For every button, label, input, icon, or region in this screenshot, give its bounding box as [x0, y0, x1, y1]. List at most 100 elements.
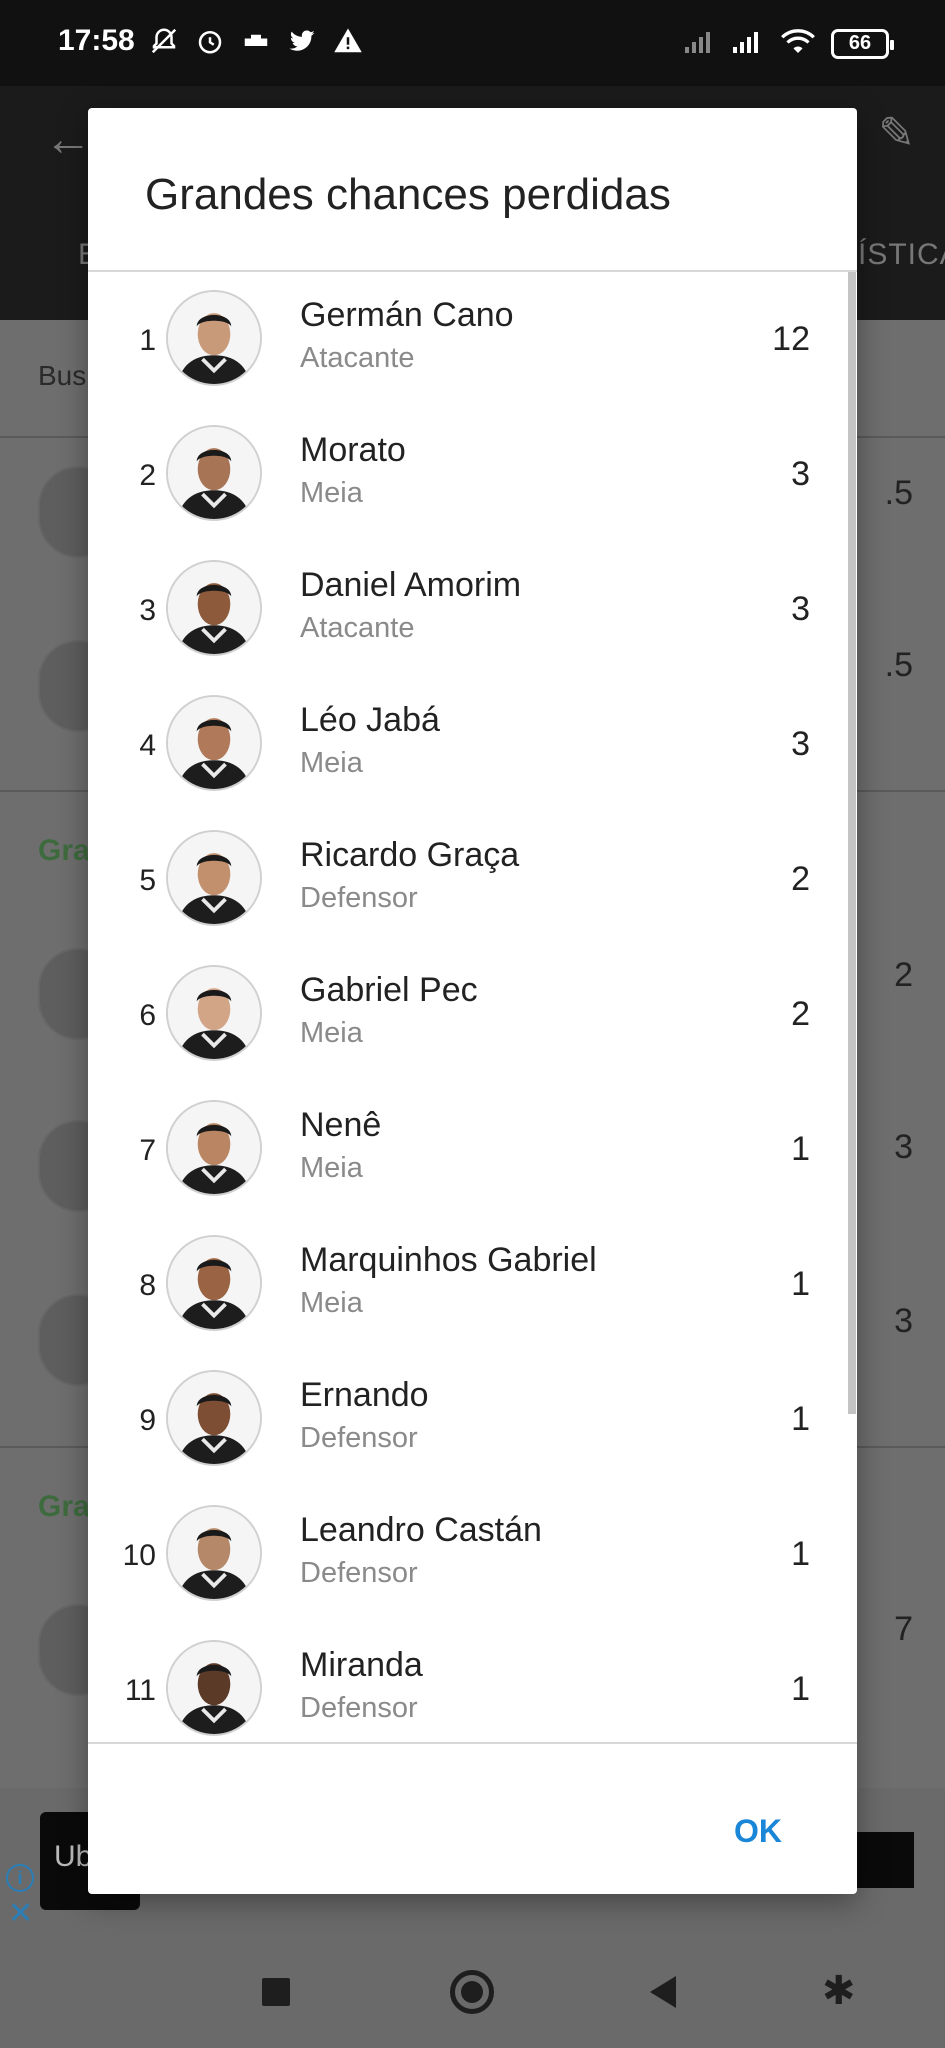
battery-icon: 66 — [831, 28, 894, 59]
bg-number: .5 — [884, 474, 913, 512]
player-list[interactable]: 1 Germán Cano Atacante 12 2 Morato Meia 3 3 Da… — [88, 272, 857, 1742]
bg-tab-right[interactable]: ÍSTICA — [858, 238, 945, 272]
player-value: 1 — [791, 1535, 810, 1573]
bg-section-label: Gra — [38, 1490, 90, 1523]
list-item[interactable]: 2 Morato Meia 3 — [88, 407, 848, 542]
player-name: Ricardo Graça — [300, 836, 520, 874]
signal-icon — [731, 27, 765, 60]
status-icons-right: 66 — [683, 26, 894, 61]
player-name: Nenê — [300, 1106, 382, 1144]
player-value: 2 — [791, 995, 810, 1033]
player-value: 3 — [791, 725, 810, 763]
status-bar: 17:58 66 — [0, 0, 945, 86]
dialog-divider — [88, 1742, 857, 1744]
avatar — [166, 1100, 262, 1196]
list-item[interactable]: 9 Ernando Defensor 1 — [88, 1352, 848, 1487]
player-value: 1 — [791, 1400, 810, 1438]
accessibility-icon[interactable]: ✱ — [822, 1968, 856, 2014]
dialog-title: Grandes chances perdidas — [145, 170, 671, 219]
avatar — [166, 290, 262, 386]
player-rank: 9 — [139, 1404, 156, 1437]
avatar — [166, 1235, 262, 1331]
twitter-icon — [286, 24, 318, 58]
list-item[interactable]: 3 Daniel Amorim Atacante 3 — [88, 542, 848, 677]
avatar — [166, 560, 262, 656]
player-name: Morato — [300, 431, 406, 469]
player-position: Meia — [300, 1287, 363, 1319]
avatar — [166, 1370, 262, 1466]
player-rank: 4 — [139, 729, 156, 762]
player-rank: 11 — [124, 1674, 156, 1707]
player-position: Atacante — [300, 342, 415, 374]
bg-number: .5 — [884, 646, 913, 684]
player-name: Léo Jabá — [300, 701, 440, 739]
player-position: Atacante — [300, 612, 415, 644]
player-name: Daniel Amorim — [300, 566, 522, 604]
player-rank: 8 — [139, 1269, 156, 1302]
player-position: Defensor — [300, 882, 418, 914]
status-time: 17:58 — [58, 24, 135, 57]
alarm-icon — [194, 24, 226, 58]
bg-section-label: Gra — [38, 834, 90, 867]
list-item[interactable]: 7 Nenê Meia 1 — [88, 1082, 848, 1217]
player-value: 3 — [791, 590, 810, 628]
ad-logo-text: Ub — [54, 1840, 93, 1873]
player-position: Meia — [300, 1152, 363, 1184]
bg-number: 3 — [894, 1128, 913, 1166]
bg-number: 7 — [894, 1610, 913, 1648]
status-icons-left — [148, 24, 364, 58]
stats-dialog: Grandes chances perdidas 1 Germán Cano At… — [88, 108, 857, 1894]
bed-icon — [240, 24, 272, 58]
list-item[interactable]: 10 Leandro Castán Defensor 1 — [88, 1487, 848, 1622]
player-name: Ernando — [300, 1376, 429, 1414]
player-position: Meia — [300, 747, 363, 779]
close-icon[interactable]: ✕ — [8, 1896, 33, 1931]
avatar — [166, 1505, 262, 1601]
player-position: Defensor — [300, 1557, 418, 1589]
player-position: Defensor — [300, 1422, 418, 1454]
player-rank: 1 — [139, 324, 156, 357]
avatar — [166, 830, 262, 926]
avatar — [166, 1640, 262, 1736]
player-value: 1 — [791, 1670, 810, 1708]
list-item[interactable]: 11 Miranda Defensor 1 — [88, 1622, 848, 1742]
player-rank: 10 — [122, 1539, 156, 1572]
player-name: Leandro Castán — [300, 1511, 542, 1549]
player-value: 1 — [791, 1265, 810, 1303]
player-name: Marquinhos Gabriel — [300, 1241, 597, 1279]
recents-square-icon[interactable] — [262, 1978, 290, 2006]
player-name: Germán Cano — [300, 296, 514, 334]
player-rank: 7 — [139, 1134, 156, 1167]
warning-icon — [332, 24, 364, 58]
wifi-icon — [779, 26, 817, 61]
player-rank: 6 — [139, 999, 156, 1032]
back-arrow-icon[interactable]: ← — [44, 112, 92, 167]
player-position: Meia — [300, 477, 363, 509]
player-value: 12 — [772, 320, 810, 358]
scrollbar[interactable] — [848, 272, 856, 1414]
player-rank: 3 — [139, 594, 156, 627]
ad-cta[interactable] — [856, 1832, 914, 1888]
edit-pencil-icon[interactable]: ✎ — [878, 108, 915, 159]
back-triangle-icon[interactable] — [650, 1976, 676, 2008]
info-icon[interactable]: i — [6, 1864, 34, 1892]
avatar — [166, 965, 262, 1061]
player-value: 1 — [791, 1130, 810, 1168]
battery-level: 66 — [848, 32, 872, 54]
list-item[interactable]: 6 Gabriel Pec Meia 2 — [88, 947, 848, 1082]
player-name: Gabriel Pec — [300, 971, 478, 1009]
ok-button[interactable]: OK — [708, 1804, 808, 1858]
bg-number: 3 — [894, 1302, 913, 1340]
bg-number: 2 — [894, 956, 913, 994]
list-item[interactable]: 4 Léo Jabá Meia 3 — [88, 677, 848, 812]
player-position: Meia — [300, 1017, 363, 1049]
player-rank: 2 — [139, 459, 156, 492]
avatar — [166, 425, 262, 521]
home-circle-icon[interactable] — [450, 1970, 494, 2014]
list-item[interactable]: 5 Ricardo Graça Defensor 2 — [88, 812, 848, 947]
bg-search-text[interactable]: Bus — [38, 360, 86, 392]
list-item[interactable]: 1 Germán Cano Atacante 12 — [88, 272, 848, 407]
list-item[interactable]: 8 Marquinhos Gabriel Meia 1 — [88, 1217, 848, 1352]
player-position: Defensor — [300, 1692, 418, 1724]
player-name: Miranda — [300, 1646, 423, 1684]
